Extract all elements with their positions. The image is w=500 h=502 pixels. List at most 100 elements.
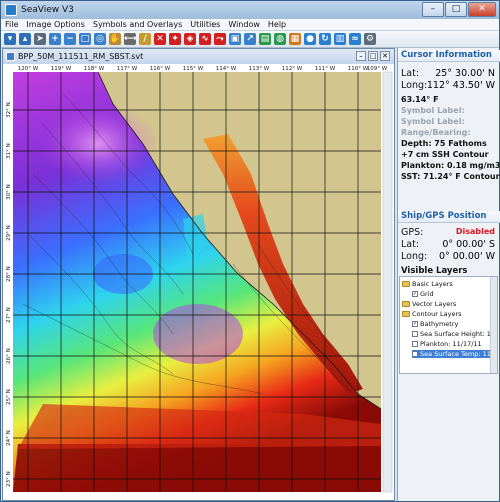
layer-ssh-label: Sea Surface Height: 11/1	[420, 330, 498, 338]
layer-plankton-label: Plankton: 11/17/11	[420, 340, 482, 348]
lat-label: 32° N	[6, 102, 12, 118]
layers-tree: Basic Layers ✓ Grid Vector Layers Contour…	[399, 276, 498, 374]
layer-grid[interactable]: ✓ Grid	[412, 290, 434, 298]
checkbox-icon[interactable]	[412, 331, 418, 337]
layers-scrollbar[interactable]	[490, 277, 497, 373]
globe-icon[interactable]: ●	[304, 33, 316, 45]
symbol-icon[interactable]: ✦	[169, 33, 181, 45]
symbol-label-1: Symbol Label:	[401, 106, 465, 115]
lat-label: 29° N	[6, 225, 12, 241]
ship-gps-header: Ship/GPS Position	[398, 211, 500, 223]
ssh-readout: +7 cm SSH Contour	[401, 150, 489, 159]
layer-grid-label: Grid	[420, 290, 434, 298]
pointer-icon[interactable]: ➤	[34, 33, 46, 45]
layer-bathymetry[interactable]: ✓ Bathymetry	[412, 320, 458, 328]
range-bearing: Range/Bearing:	[401, 128, 471, 137]
route-icon[interactable]: ⤳	[214, 33, 226, 45]
layer-vector-label: Vector Layers	[412, 300, 457, 308]
map-vertical-scrollbar[interactable]	[382, 71, 393, 493]
zoom-in-icon[interactable]: +	[49, 33, 61, 45]
lon-label: 114° W	[216, 66, 237, 72]
zoom-out-icon[interactable]: −	[64, 33, 76, 45]
lat-label: 23° N	[6, 471, 12, 487]
ship-long-value: 0° 00.00' W	[438, 251, 495, 262]
ship-long-label: Long:	[401, 251, 428, 262]
main-window: SeaView V3 – □ ✕ File Image Options Symb…	[0, 0, 500, 502]
menu-image-options[interactable]: Image Options	[26, 20, 84, 29]
folder-icon	[402, 301, 410, 307]
cursor-long-label: Long:	[401, 80, 428, 91]
settings-icon[interactable]: ⚙	[364, 33, 376, 45]
checkbox-checked-icon[interactable]: ✓	[412, 291, 418, 297]
target-icon[interactable]: ◈	[184, 33, 196, 45]
close-button[interactable]: ✕	[468, 2, 496, 17]
folder-icon	[402, 311, 410, 317]
lat-label: 25° N	[6, 389, 12, 405]
line-tool-icon[interactable]: ∿	[199, 33, 211, 45]
map-minimize-button[interactable]: –	[356, 51, 366, 61]
zoom-extent-icon[interactable]: ◎	[94, 33, 106, 45]
image-icon[interactable]: ▣	[229, 33, 241, 45]
maximize-button[interactable]: □	[445, 2, 467, 17]
layer-basic-label: Basic Layers	[412, 280, 453, 288]
ship-lat-value: 0° 00.00' S	[442, 239, 495, 250]
map-canvas[interactable]: 120° W 119° W 118° W 117° W 116° W 115° …	[3, 64, 394, 500]
app-icon	[5, 4, 17, 16]
lon-label: 112° W	[282, 66, 303, 72]
lon-label: 119° W	[51, 66, 72, 72]
layer-vector[interactable]: Vector Layers	[402, 300, 456, 308]
cursor-long-value: 112° 43.50' W	[426, 80, 495, 91]
warm-water-south	[13, 444, 381, 492]
menu-utilities[interactable]: Utilities	[190, 20, 220, 29]
plankton-readout: Plankton: 0.18 mg/m3	[401, 161, 500, 170]
layers-icon[interactable]: ▦	[289, 33, 301, 45]
export-icon[interactable]: ▴	[19, 33, 31, 45]
delete-icon[interactable]: ✕	[154, 33, 166, 45]
tide-icon[interactable]: ≈	[349, 33, 361, 45]
title-bar[interactable]: SeaView V3 – □ ✕	[1, 1, 499, 19]
layer-sst-label: Sea Surface Temp: 11/15	[420, 350, 498, 358]
cursor-lat-value: 25° 30.00' N	[435, 68, 495, 79]
map-maximize-button[interactable]: □	[368, 51, 378, 61]
layer-bathymetry-label: Bathymetry	[420, 320, 459, 328]
layer-contour[interactable]: Contour Layers	[402, 310, 462, 318]
gps-status: Disabled	[455, 227, 495, 236]
lon-label: 113° W	[249, 66, 270, 72]
info-panel: Cursor Information Lat: 25° 30.00' N Lon…	[397, 48, 500, 501]
menu-help[interactable]: Help	[268, 20, 286, 29]
menu-symbols-overlays[interactable]: Symbols and Overlays	[93, 20, 182, 29]
depth-readout: Depth: 75 Fathoms	[401, 139, 487, 148]
contour-icon[interactable]: ◍	[274, 33, 286, 45]
checkbox-checked-icon[interactable]: ✓	[412, 321, 418, 327]
zoom-window-icon[interactable]: □	[79, 33, 91, 45]
layer-contour-label: Contour Layers	[412, 310, 462, 318]
checkbox-icon[interactable]	[412, 351, 418, 357]
arrow-icon[interactable]: ↗	[244, 33, 256, 45]
chart-icon[interactable]: ▥	[334, 33, 346, 45]
layer-basic[interactable]: Basic Layers	[402, 280, 453, 288]
layer-sst[interactable]: Sea Surface Temp: 11/15	[412, 350, 498, 358]
map-title-bar[interactable]: BPP_50M_111511_RM_SBST.svt – □ ✕	[3, 49, 394, 64]
menu-window[interactable]: Window	[228, 20, 260, 29]
menu-file[interactable]: File	[5, 20, 18, 29]
lat-label: 26° N	[6, 348, 12, 364]
data-icon[interactable]: ▤	[259, 33, 271, 45]
cold-water-region	[38, 104, 158, 184]
layer-ssh[interactable]: Sea Surface Height: 11/1	[412, 330, 498, 338]
lon-label: 116° W	[150, 66, 171, 72]
measure-icon[interactable]: ⟷	[124, 33, 137, 45]
cursor-info-header: Cursor Information	[398, 50, 500, 62]
map-window-icon	[6, 52, 15, 61]
pan-hand-icon[interactable]: ✋	[109, 33, 121, 45]
save-icon[interactable]: ▾	[4, 33, 16, 45]
checkbox-icon[interactable]	[412, 341, 418, 347]
toolbar: ▾ ▴ ➤ + − □ ◎ ✋ ⟷ / ✕ ✦ ◈ ∿ ⤳ ▣ ↗ ▤ ◍ ▦ ● ↻ ▥ ≈ ⚙	[1, 31, 499, 48]
symbol-label-2: Symbol Label:	[401, 117, 465, 126]
minimize-button[interactable]: –	[422, 2, 444, 17]
layer-plankton[interactable]: Plankton: 11/17/11	[412, 340, 482, 348]
lat-label: 27° N	[6, 307, 12, 323]
ruler-icon[interactable]: /	[139, 33, 151, 45]
refresh-icon[interactable]: ↻	[319, 33, 331, 45]
lon-label: 109° W	[367, 66, 388, 72]
map-close-button[interactable]: ✕	[380, 51, 390, 61]
